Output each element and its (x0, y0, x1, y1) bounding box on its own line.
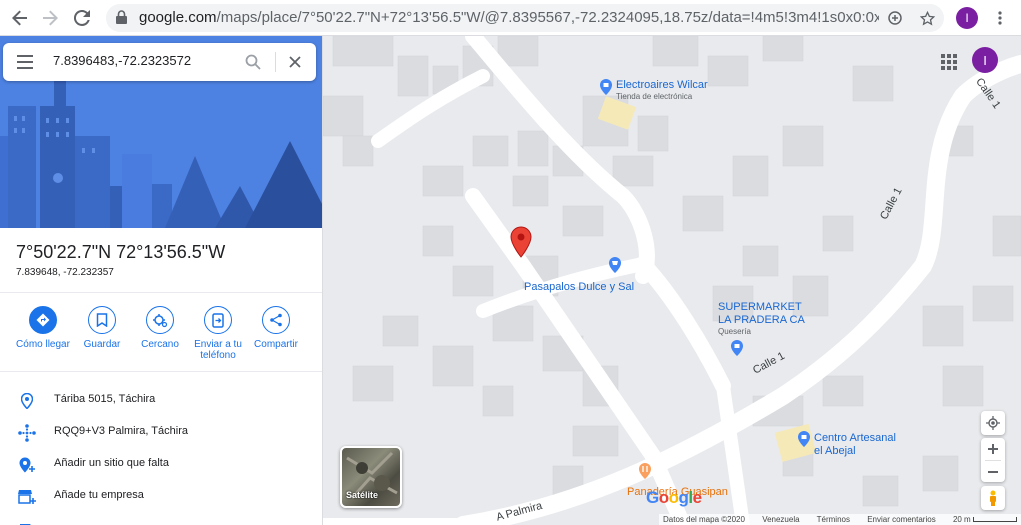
search-icon[interactable] (243, 52, 263, 72)
address-text: Táriba 5015, Táchira (54, 393, 156, 405)
my-location-icon (986, 416, 1000, 430)
directions-label: Cómo llegar (16, 339, 70, 350)
add-place-text: Añadir un sitio que falta (54, 457, 169, 469)
search-box[interactable]: 7.8396483,-72.2323572 (3, 43, 316, 81)
profile-avatar[interactable]: I (956, 7, 978, 29)
lock-icon (116, 10, 127, 29)
send-to-phone-button[interactable]: Enviar a tu teléfono (188, 306, 248, 361)
poi-subtitle: Quesería (718, 327, 751, 336)
add-business-text: Añade tu empresa (54, 489, 144, 501)
pegman-icon (990, 490, 996, 506)
location-pin-icon (17, 391, 37, 411)
add-place-row[interactable]: Añadir un sitio que falta (0, 453, 322, 477)
restaurant-poi-icon[interactable] (638, 462, 652, 480)
map-data-copyright: Datos del mapa ©2020 (663, 515, 745, 524)
save-button[interactable]: Guardar (72, 306, 132, 350)
my-location-button[interactable] (981, 411, 1005, 435)
account-avatar[interactable]: I (972, 47, 998, 73)
hero-illustration: 7.8396483,-72.2323572 (0, 36, 322, 228)
poi-label: el Abejal (814, 445, 856, 457)
send-to-phone-icon (204, 306, 232, 334)
action-bar: Cómo llegar Guardar Cercano Enviar a tu … (0, 306, 322, 366)
share-label: Compartir (254, 339, 298, 350)
more-menu-icon[interactable] (990, 8, 1010, 28)
bookmark-star-icon[interactable] (918, 9, 936, 27)
poi-label: LA PRADERA CA (718, 314, 805, 326)
satellite-label: Satélite (346, 490, 379, 500)
plus-code-text: RQQ9+V3 Palmira, Táchira (54, 425, 188, 437)
shopping-poi-icon[interactable] (599, 78, 613, 96)
place-panel: 7.8396483,-72.2323572 7°50'22.7"N 72°13'… (0, 36, 323, 525)
share-icon (262, 306, 290, 334)
url-text: google.com/maps/place/7°50'22.7"N+72°13'… (139, 9, 879, 26)
location-marker-icon[interactable] (510, 226, 532, 258)
search-divider (275, 52, 276, 72)
apps-grid-icon[interactable] (939, 52, 959, 72)
url-host: google.com (139, 9, 217, 26)
shopping-cart-poi-icon[interactable] (608, 256, 622, 274)
directions-icon (29, 306, 57, 334)
nearby-icon (146, 306, 174, 334)
forward-icon[interactable] (38, 6, 62, 30)
divider (0, 371, 322, 372)
shopping-poi-icon[interactable] (797, 430, 811, 448)
save-label: Guardar (83, 339, 121, 350)
map-canvas[interactable]: Electroaires Wilcar Tienda de electrónic… (323, 36, 1021, 525)
url-path: /maps/place/7°50'22.7"N+72°13'56.5"W/@7.… (216, 9, 879, 26)
map-base (323, 36, 1021, 525)
plus-code-row[interactable]: RQQ9+V3 Palmira, Táchira (0, 421, 322, 445)
google-logo: Google (646, 488, 702, 507)
zoom-out-button[interactable] (988, 461, 998, 482)
reload-icon[interactable] (70, 6, 94, 30)
add-place-icon (17, 455, 37, 475)
add-business-row[interactable]: Añade tu empresa (0, 485, 322, 509)
directions-button[interactable]: Cómo llegar (13, 306, 73, 350)
poi-label[interactable]: SUPERMARKET (718, 301, 802, 313)
poi-subtitle: Tienda de electrónica (616, 92, 693, 101)
map-attribution: Datos del mapa ©2020 Venezuela Términos … (659, 514, 1021, 525)
scale-bar[interactable] (972, 517, 1017, 523)
scale-label: 20 m (952, 515, 971, 524)
country-link[interactable]: Venezuela (762, 515, 799, 524)
divider (0, 292, 322, 293)
poi-label[interactable]: Centro Artesanal (814, 432, 896, 444)
share-button[interactable]: Compartir (246, 306, 306, 350)
terms-link[interactable]: Términos (817, 515, 850, 524)
zoom-controls (981, 438, 1005, 482)
bookmark-icon (88, 306, 116, 334)
shopping-poi-icon[interactable] (730, 339, 744, 357)
address-bar[interactable]: google.com/maps/place/7°50'22.7"N+72°13'… (106, 4, 944, 32)
feedback-link[interactable]: Enviar comentarios (867, 515, 935, 524)
label-icon (17, 519, 37, 525)
satellite-toggle[interactable]: Satélite (340, 446, 402, 508)
business-icon (17, 487, 37, 507)
menu-icon[interactable] (17, 55, 33, 69)
page-title: 7°50'22.7"N 72°13'56.5"W (16, 242, 226, 262)
label-row[interactable] (0, 517, 322, 525)
poi-label[interactable]: Pasapalos Dulce y Sal (524, 281, 634, 293)
plus-icon (988, 444, 998, 454)
poi-label[interactable]: Electroaires Wilcar (616, 79, 708, 91)
street-view-pegman[interactable] (981, 486, 1005, 510)
add-shortcut-icon[interactable] (886, 9, 904, 27)
back-icon[interactable] (8, 6, 32, 30)
search-input[interactable]: 7.8396483,-72.2323572 (53, 53, 191, 68)
address-row[interactable]: Táriba 5015, Táchira (0, 389, 322, 413)
plus-code-icon (17, 423, 37, 443)
minus-icon (988, 470, 998, 473)
place-coordinates: 7.839648, -72.232357 (16, 267, 114, 278)
zoom-in-button[interactable] (988, 438, 998, 460)
nearby-label: Cercano (141, 339, 179, 350)
nearby-button[interactable]: Cercano (130, 306, 190, 350)
send-to-phone-label: Enviar a tu teléfono (194, 339, 242, 361)
browser-toolbar: google.com/maps/place/7°50'22.7"N+72°13'… (0, 0, 1021, 36)
close-icon[interactable] (285, 52, 305, 72)
